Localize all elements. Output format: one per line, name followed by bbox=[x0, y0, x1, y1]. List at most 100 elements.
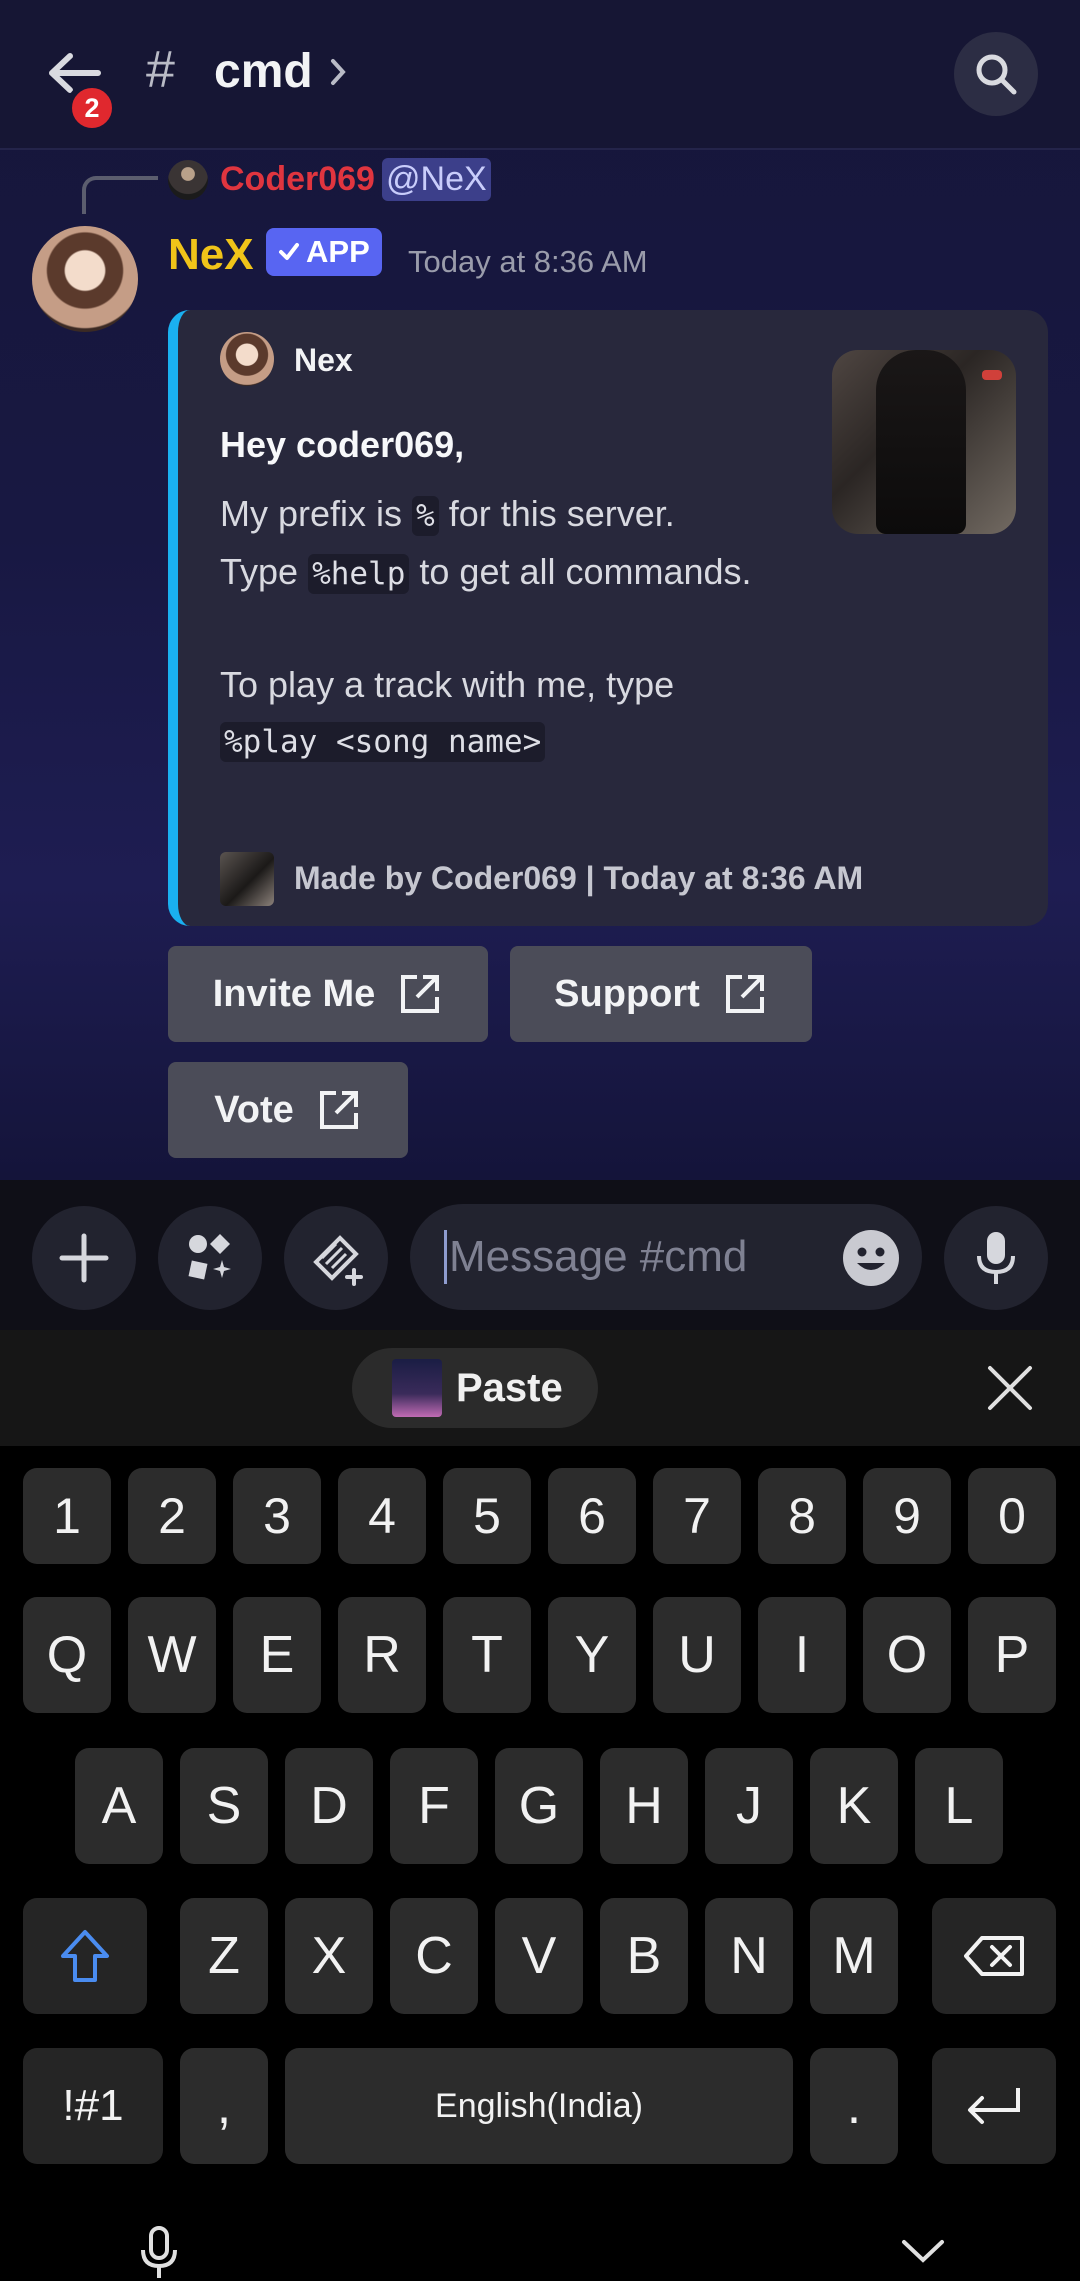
keyboard-mic-icon[interactable] bbox=[138, 2226, 180, 2281]
channel-hash-icon: # bbox=[146, 41, 175, 99]
embed-description: My prefix is % for this server. Type %he… bbox=[220, 486, 820, 770]
reply-author[interactable]: Coder069 bbox=[220, 160, 375, 199]
search-button[interactable] bbox=[954, 32, 1038, 116]
shift-key[interactable] bbox=[23, 1898, 147, 2014]
embed-footer: Made by Coder069 | Today at 8:36 AM bbox=[294, 860, 864, 896]
key-d[interactable]: D bbox=[285, 1748, 373, 1864]
invite-button[interactable]: Invite Me bbox=[168, 946, 488, 1042]
activities-button[interactable] bbox=[284, 1206, 388, 1310]
key-j[interactable]: J bbox=[705, 1748, 793, 1864]
paste-button[interactable]: Paste bbox=[352, 1348, 598, 1428]
embed-footer-icon bbox=[220, 852, 274, 906]
message-author[interactable]: NeX bbox=[168, 230, 254, 280]
emoji-icon[interactable] bbox=[842, 1229, 900, 1287]
key-v[interactable]: V bbox=[495, 1898, 583, 2014]
channel-header: 2 # cmd bbox=[0, 0, 1080, 150]
support-button[interactable]: Support bbox=[510, 946, 812, 1042]
symbols-key[interactable]: !#1 bbox=[23, 2048, 163, 2164]
keyboard: 1 2 3 4 5 6 7 8 9 0 Q W E R T Y U I O P … bbox=[0, 1446, 1080, 2281]
vote-button[interactable]: Vote bbox=[168, 1062, 408, 1158]
keyboard-bottom-strip bbox=[0, 2214, 1080, 2281]
key-e[interactable]: E bbox=[233, 1597, 321, 1713]
add-attachment-button[interactable] bbox=[32, 1206, 136, 1310]
shift-icon bbox=[61, 1930, 109, 1982]
key-7[interactable]: 7 bbox=[653, 1468, 741, 1564]
key-a[interactable]: A bbox=[75, 1748, 163, 1864]
key-k[interactable]: K bbox=[810, 1748, 898, 1864]
embed-author-icon bbox=[220, 332, 274, 386]
key-z[interactable]: Z bbox=[180, 1898, 268, 2014]
reply-mention[interactable]: @NeX bbox=[382, 158, 491, 201]
backspace-icon bbox=[964, 1936, 1024, 1976]
key-n[interactable]: N bbox=[705, 1898, 793, 2014]
key-1[interactable]: 1 bbox=[23, 1468, 111, 1564]
embed-thumbnail[interactable] bbox=[832, 350, 1016, 534]
message-timestamp: Today at 8:36 AM bbox=[408, 244, 648, 279]
message-embed: Nex Hey coder069, My prefix is % for thi… bbox=[168, 310, 1048, 926]
backspace-key[interactable] bbox=[932, 1898, 1056, 2014]
key-x[interactable]: X bbox=[285, 1898, 373, 2014]
key-b[interactable]: B bbox=[600, 1898, 688, 2014]
key-o[interactable]: O bbox=[863, 1597, 951, 1713]
app-tag: APP bbox=[266, 228, 382, 276]
vote-label: Vote bbox=[214, 1088, 294, 1131]
symbols-label: !#1 bbox=[62, 2081, 124, 2130]
key-5[interactable]: 5 bbox=[443, 1468, 531, 1564]
key-q[interactable]: Q bbox=[23, 1597, 111, 1713]
back-button[interactable]: 2 bbox=[40, 40, 120, 134]
key-3[interactable]: 3 bbox=[233, 1468, 321, 1564]
unread-badge: 2 bbox=[66, 82, 118, 134]
key-u[interactable]: U bbox=[653, 1597, 741, 1713]
comma-key[interactable]: , bbox=[180, 2048, 268, 2164]
key-y[interactable]: Y bbox=[548, 1597, 636, 1713]
key-m[interactable]: M bbox=[810, 1898, 898, 2014]
checkmark-icon bbox=[279, 243, 299, 260]
invite-label: Invite Me bbox=[212, 972, 376, 1015]
key-w[interactable]: W bbox=[128, 1597, 216, 1713]
key-g[interactable]: G bbox=[495, 1748, 583, 1864]
microphone-icon bbox=[977, 1232, 1015, 1284]
key-2[interactable]: 2 bbox=[128, 1468, 216, 1564]
channel-name[interactable]: cmd bbox=[214, 44, 313, 99]
key-l[interactable]: L bbox=[915, 1748, 1003, 1864]
embed-title: Hey coder069, bbox=[220, 424, 465, 465]
key-8[interactable]: 8 bbox=[758, 1468, 846, 1564]
embed-desc-line-1: My prefix is % for this server. bbox=[220, 493, 675, 536]
voice-message-button[interactable] bbox=[944, 1206, 1048, 1310]
message-input[interactable]: Message #cmd bbox=[410, 1204, 922, 1310]
apps-icon bbox=[188, 1234, 231, 1280]
plus-icon bbox=[59, 1233, 109, 1283]
key-i[interactable]: I bbox=[758, 1597, 846, 1713]
embed-desc-line-3: To play a track with me, type bbox=[220, 664, 675, 705]
key-c[interactable]: C bbox=[390, 1898, 478, 2014]
key-h[interactable]: H bbox=[600, 1748, 688, 1864]
space-key[interactable]: English(India) bbox=[285, 2048, 793, 2164]
key-s[interactable]: S bbox=[180, 1748, 268, 1864]
close-icon[interactable] bbox=[986, 1364, 1034, 1412]
search-icon bbox=[976, 54, 1017, 95]
external-link-icon bbox=[725, 975, 764, 1013]
key-9[interactable]: 9 bbox=[863, 1468, 951, 1564]
reply-avatar[interactable] bbox=[168, 160, 208, 200]
message-placeholder: Message #cmd bbox=[449, 1232, 748, 1281]
key-t[interactable]: T bbox=[443, 1597, 531, 1713]
reply-connector bbox=[82, 176, 158, 214]
embed-desc-line-2: Type %help to get all commands. bbox=[220, 551, 752, 594]
external-link-icon bbox=[319, 1091, 358, 1129]
chevron-right-icon[interactable] bbox=[328, 56, 348, 88]
hide-keyboard-icon[interactable] bbox=[900, 2236, 946, 2264]
space-key-label: English(India) bbox=[435, 2086, 643, 2125]
key-f[interactable]: F bbox=[390, 1748, 478, 1864]
enter-key[interactable] bbox=[932, 2048, 1056, 2164]
period-key[interactable]: . bbox=[810, 2048, 898, 2164]
key-0[interactable]: 0 bbox=[968, 1468, 1056, 1564]
activities-icon bbox=[313, 1235, 363, 1286]
enter-icon bbox=[968, 2088, 1020, 2124]
key-6[interactable]: 6 bbox=[548, 1468, 636, 1564]
key-r[interactable]: R bbox=[338, 1597, 426, 1713]
apps-button[interactable] bbox=[158, 1206, 262, 1310]
author-avatar[interactable] bbox=[32, 226, 138, 332]
thumbnail-figure bbox=[876, 350, 966, 534]
key-p[interactable]: P bbox=[968, 1597, 1056, 1713]
key-4[interactable]: 4 bbox=[338, 1468, 426, 1564]
